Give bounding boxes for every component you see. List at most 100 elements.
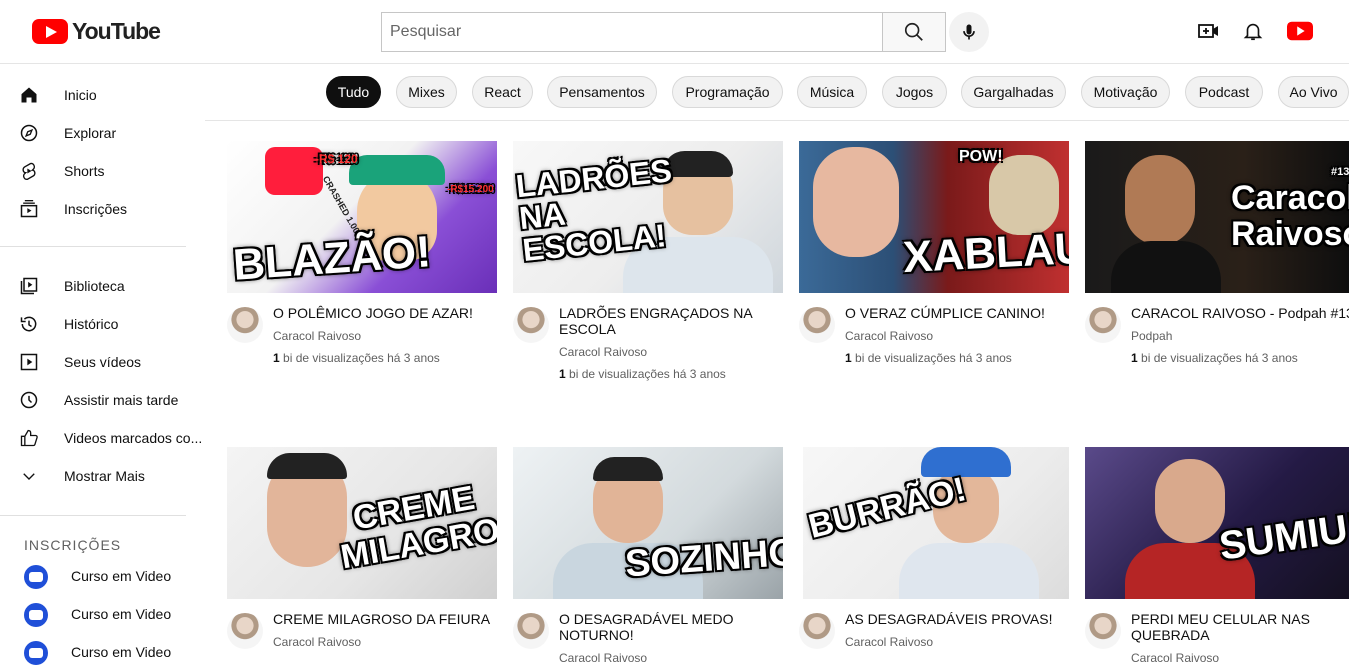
history-icon	[18, 313, 40, 335]
video-thumbnail[interactable]: BURRÃO!	[803, 447, 1069, 599]
video-thumbnail[interactable]: #13 Caracol Raivoso	[1085, 141, 1349, 293]
subscription-label: Curso em Video	[71, 568, 172, 584]
sidebar-item-biblioteca[interactable]: Biblioteca	[0, 267, 205, 305]
video-title[interactable]: O DESAGRADÁVEL MEDO NOTURNO!	[559, 611, 783, 643]
sidebar-item-seus-videos[interactable]: Seus vídeos	[0, 343, 205, 381]
chip-podcast[interactable]: Podcast	[1185, 76, 1263, 108]
view-meta-text: bi de visualizações há 3 anos	[851, 351, 1012, 365]
channel-avatar[interactable]	[513, 613, 549, 649]
sidebar-item-liked-videos[interactable]: Videos marcados co...	[0, 419, 205, 457]
voice-search-button[interactable]	[949, 12, 989, 52]
thumbnail-annotation: -R$ 120	[315, 152, 358, 166]
thumbnail-annotation: POW!	[959, 148, 1003, 165]
search-input[interactable]	[381, 12, 882, 52]
view-meta-text: bi de visualizações há 3 anos	[565, 367, 726, 381]
video-thumbnail[interactable]: SUMIU!	[1085, 447, 1349, 599]
sidebar-item-label: Inscrições	[64, 201, 128, 217]
sidebar-divider	[0, 246, 186, 247]
youtube-logo-icon	[32, 18, 68, 44]
channel-name[interactable]: Caracol Raivoso	[559, 345, 647, 359]
subscription-item[interactable]: Curso em Video	[0, 557, 205, 595]
chip-mixes[interactable]: Mixes	[396, 76, 457, 108]
video-card[interactable]: BURRÃO! AS DESAGRADÁVEIS PROVAS! Caracol…	[799, 447, 1075, 660]
video-thumbnail[interactable]: LADRÕES NA ESCOLA!	[513, 141, 783, 293]
channel-name[interactable]: Caracol Raivoso	[273, 329, 361, 343]
channel-name[interactable]: Caracol Raivoso	[559, 651, 647, 665]
sidebar-item-historico[interactable]: Histórico	[0, 305, 205, 343]
channel-avatar[interactable]	[1085, 307, 1121, 343]
dog-shape	[989, 155, 1059, 235]
sidebar-item-assistir-mais-tarde[interactable]: Assistir mais tarde	[0, 381, 205, 419]
channel-avatar[interactable]	[1085, 613, 1121, 649]
subscription-item[interactable]: Curso em Video	[0, 595, 205, 633]
video-thumbnail[interactable]: POW! XABLAU!	[799, 141, 1069, 293]
sidebar-item-label: Shorts	[64, 163, 105, 179]
hair-shape	[663, 151, 733, 177]
video-title[interactable]: CREME MILAGROSO DA FEIURA	[273, 611, 497, 627]
video-title[interactable]: AS DESAGRADÁVEIS PROVAS!	[845, 611, 1069, 627]
search-button[interactable]	[882, 12, 946, 52]
chip-musica[interactable]: Música	[797, 76, 867, 108]
video-title[interactable]: PERDI MEU CELULAR NAS QUEBRADA	[1131, 611, 1349, 643]
chip-tudo[interactable]: Tudo	[326, 76, 381, 108]
chip-programacao[interactable]: Programação	[672, 76, 783, 108]
shorts-icon	[18, 160, 40, 182]
video-card[interactable]: POW! XABLAU! O VERAZ CÚMPLICE CANINO! Ca…	[799, 141, 1071, 401]
top-header: YouTube	[0, 0, 1349, 64]
sidebar-item-inicio[interactable]: Inicio	[0, 76, 205, 114]
sidebar-item-shorts[interactable]: Shorts	[0, 152, 205, 190]
sidebar-item-inscricoes[interactable]: Inscrições	[0, 190, 205, 228]
channel-name[interactable]: Caracol Raivoso	[845, 635, 933, 649]
channel-name[interactable]: Caracol Raivoso	[1131, 651, 1219, 665]
notifications-button[interactable]	[1240, 18, 1266, 44]
chip-react[interactable]: React	[472, 76, 533, 108]
video-card[interactable]: #13 Caracol Raivoso CARACOL RAIVOSO - Po…	[1085, 141, 1349, 401]
chip-pensamentos[interactable]: Pensamentos	[547, 76, 657, 108]
liked-icon	[18, 427, 40, 449]
video-card[interactable]: LADRÕES NA ESCOLA! LADRÕES ENGRAÇADOS NA…	[513, 141, 785, 401]
shirt-shape	[899, 543, 1039, 599]
chip-ao-vivo[interactable]: Ao Vivo	[1278, 76, 1349, 108]
video-title[interactable]: O POLÊMICO JOGO DE AZAR!	[273, 305, 497, 321]
sidebar-item-label: Histórico	[64, 316, 119, 332]
sidebar-item-label: Seus vídeos	[64, 354, 142, 370]
view-meta-text: bi de visualizações há 3 anos	[279, 351, 440, 365]
create-video-button[interactable]	[1196, 18, 1222, 44]
video-card[interactable]: -R$ 120 CRASHED 1.00X -R$15.200 BLAZÃO! …	[227, 141, 499, 401]
channel-name[interactable]: Podpah	[1131, 329, 1172, 343]
video-thumbnail[interactable]: SOZINHO!	[513, 447, 783, 599]
search-icon	[904, 22, 923, 41]
sidebar-item-explorar[interactable]: Explorar	[0, 114, 205, 152]
sidebar: Inicio Explorar Shorts Inscrições Biblio…	[0, 64, 205, 665]
channel-avatar	[24, 603, 48, 627]
thumbnail-title-text: SUMIU!	[1216, 505, 1349, 569]
video-card[interactable]: CREME MILAGROSO CREME MILAGROSO DA FEIUR…	[227, 447, 499, 660]
youtube-logo[interactable]: YouTube	[32, 18, 161, 44]
video-title[interactable]: CARACOL RAIVOSO - Podpah #13	[1131, 305, 1349, 321]
thumbnail-title-text: XABLAU!	[901, 222, 1069, 283]
channel-avatar[interactable]	[799, 307, 835, 343]
video-title[interactable]: LADRÕES ENGRAÇADOS NA ESCOLA	[559, 305, 783, 337]
video-title[interactable]: O VERAZ CÚMPLICE CANINO!	[845, 305, 1069, 321]
account-button[interactable]	[1287, 18, 1313, 44]
search-bar	[381, 12, 946, 52]
subscription-item[interactable]: Curso em Video	[0, 633, 205, 671]
sidebar-item-label: Mostrar Mais	[64, 468, 145, 484]
chip-motivacao[interactable]: Motivação	[1081, 76, 1170, 108]
channel-avatar[interactable]	[513, 307, 549, 343]
chip-jogos[interactable]: Jogos	[882, 76, 947, 108]
subscription-label: Curso em Video	[71, 644, 172, 660]
channel-avatar[interactable]	[799, 613, 835, 649]
video-thumbnail[interactable]: -R$ 120 CRASHED 1.00X -R$15.200 BLAZÃO!	[227, 141, 497, 293]
channel-avatar[interactable]	[227, 613, 263, 649]
thumbnail-title-text: CREME MILAGROSO	[337, 478, 497, 577]
compass-icon	[18, 122, 40, 144]
video-card[interactable]: SUMIU! PERDI MEU CELULAR NAS QUEBRADA Ca…	[1085, 447, 1349, 665]
channel-avatar[interactable]	[227, 307, 263, 343]
sidebar-item-mostrar-mais[interactable]: Mostrar Mais	[0, 457, 205, 495]
chip-gargalhadas[interactable]: Gargalhadas	[961, 76, 1066, 108]
video-thumbnail[interactable]: CREME MILAGROSO	[227, 447, 497, 599]
channel-name[interactable]: Caracol Raivoso	[273, 635, 361, 649]
channel-name[interactable]: Caracol Raivoso	[845, 329, 933, 343]
video-card[interactable]: SOZINHO! O DESAGRADÁVEL MEDO NOTURNO! Ca…	[513, 447, 785, 665]
